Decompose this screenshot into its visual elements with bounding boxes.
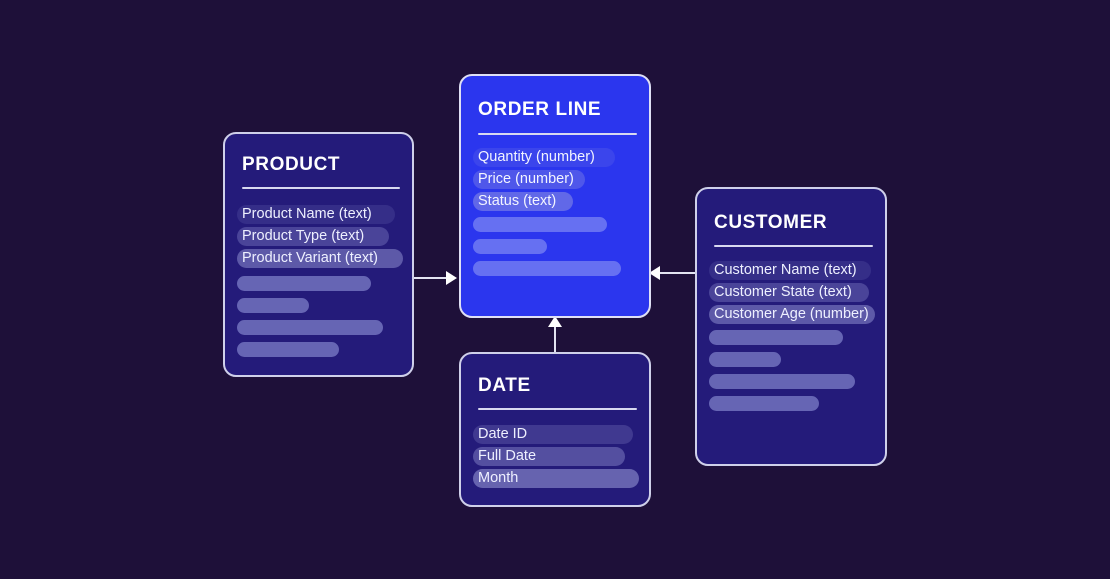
field-label: Month: [478, 470, 519, 486]
placeholder-bar: [237, 276, 371, 291]
card-order-line-field-row[interactable]: Price (number): [473, 170, 585, 189]
placeholder-bar: [237, 320, 383, 335]
card-customer-field-row[interactable]: Customer Name (text): [709, 261, 871, 280]
placeholder-bar: [709, 396, 819, 411]
field-label: Product Type (text): [242, 228, 365, 244]
placeholder-bar: [237, 298, 309, 313]
placeholder-bar: [709, 352, 781, 367]
connector-customer-to-order-line-line: [660, 272, 696, 274]
card-order-line-field-row[interactable]: Status (text): [473, 192, 573, 211]
placeholder-bar: [473, 217, 607, 232]
connector-date-to-order-line-line: [554, 325, 556, 355]
placeholder-bar: [237, 342, 339, 357]
field-label: Customer Name (text): [714, 262, 857, 278]
connector-product-to-order-line-line: [414, 277, 450, 279]
card-order-line[interactable]: ORDER LINE Quantity (number) Price (numb…: [459, 74, 651, 318]
card-product-title: PRODUCT: [242, 154, 341, 175]
field-label: Product Variant (text): [242, 250, 378, 266]
field-label: Status (text): [478, 193, 557, 209]
placeholder-bar: [473, 261, 621, 276]
placeholder-bar: [709, 330, 843, 345]
diagram-canvas: PRODUCT Product Name (text) Product Type…: [0, 0, 1110, 579]
card-product-field-row[interactable]: Product Type (text): [237, 227, 389, 246]
field-label: Date ID: [478, 426, 528, 442]
card-customer-field-row[interactable]: Customer State (text): [709, 283, 869, 302]
card-date-title: DATE: [478, 375, 531, 396]
card-customer-divider: [714, 245, 873, 247]
field-label: Quantity (number): [478, 149, 595, 165]
connector-product-to-order-line-arrowhead: [446, 271, 457, 285]
card-order-line-divider: [478, 133, 637, 135]
card-product-field-row[interactable]: Product Name (text): [237, 205, 395, 224]
field-label: Price (number): [478, 171, 574, 187]
placeholder-bar: [473, 239, 547, 254]
card-order-line-field-row[interactable]: Quantity (number): [473, 148, 615, 167]
field-label: Product Name (text): [242, 206, 372, 222]
placeholder-bar: [709, 374, 855, 389]
card-date-field-row[interactable]: Full Date: [473, 447, 625, 466]
field-label: Customer State (text): [714, 284, 852, 300]
card-product[interactable]: PRODUCT Product Name (text) Product Type…: [223, 132, 414, 377]
card-customer-field-row[interactable]: Customer Age (number): [709, 305, 875, 324]
field-label: Customer Age (number): [714, 306, 869, 322]
card-date[interactable]: DATE Date ID Full Date Month: [459, 352, 651, 507]
card-customer[interactable]: CUSTOMER Customer Name (text) Customer S…: [695, 187, 887, 466]
card-product-divider: [242, 187, 400, 189]
card-customer-title: CUSTOMER: [714, 212, 828, 233]
card-order-line-title: ORDER LINE: [478, 99, 602, 120]
card-date-divider: [478, 408, 637, 410]
card-product-field-row[interactable]: Product Variant (text): [237, 249, 403, 268]
card-date-field-row[interactable]: Month: [473, 469, 639, 488]
field-label: Full Date: [478, 448, 537, 464]
card-date-field-row[interactable]: Date ID: [473, 425, 633, 444]
